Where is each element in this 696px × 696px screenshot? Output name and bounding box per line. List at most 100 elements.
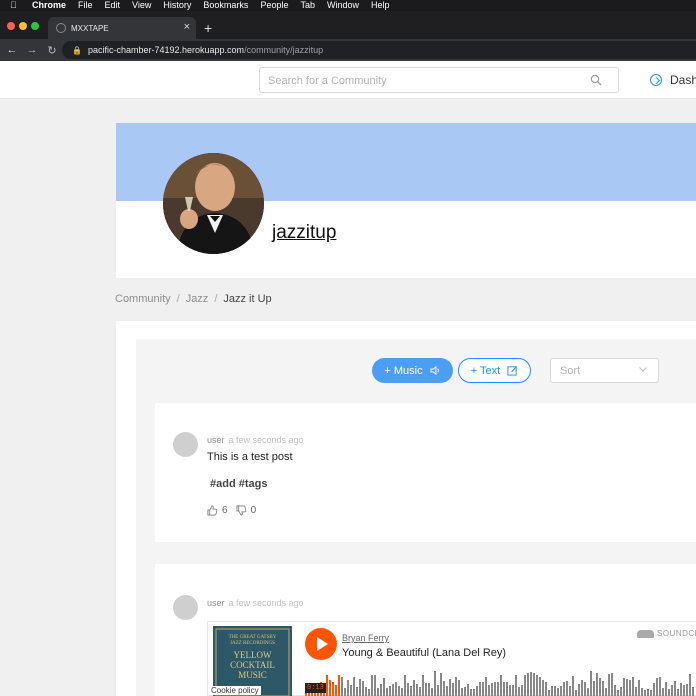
- add-music-button[interactable]: + Music: [372, 358, 453, 383]
- user-avatar[interactable]: [173, 595, 198, 620]
- waveform-bar: [404, 675, 406, 696]
- community-name[interactable]: jazzitup: [272, 222, 336, 244]
- reload-icon[interactable]: ↻: [42, 44, 62, 57]
- like-count: 6: [222, 505, 228, 516]
- waveform-bar: [332, 682, 334, 696]
- waveform-bar: [488, 685, 490, 696]
- menu-file[interactable]: File: [78, 0, 93, 11]
- waveform-bar: [353, 677, 355, 696]
- menu-bookmarks[interactable]: Bookmarks: [203, 0, 248, 11]
- waveform-bar: [677, 689, 679, 696]
- play-button[interactable]: [305, 628, 337, 660]
- waveform-bar: [389, 686, 391, 696]
- waveform-bar: [470, 689, 472, 696]
- waveform-bar: [533, 673, 535, 696]
- sort-select[interactable]: Sort: [550, 358, 659, 383]
- waveform-bar: [398, 686, 400, 696]
- back-icon[interactable]: ←: [2, 44, 22, 56]
- track-artist[interactable]: Bryan Ferry: [342, 633, 389, 643]
- waveform-bar: [437, 685, 439, 696]
- dislike-count: 0: [250, 505, 257, 516]
- waveform-bar: [413, 680, 415, 696]
- address-bar[interactable]: 🔒 pacific-chamber-74192.herokuapp.com/co…: [62, 41, 696, 59]
- waveform-bar: [494, 682, 496, 696]
- waveform-bar: [395, 682, 397, 696]
- waveform-bar: [647, 689, 649, 696]
- dashboard-label: Dash: [670, 73, 696, 87]
- waveform-bar: [356, 687, 358, 696]
- waveform-bar: [464, 687, 466, 696]
- thumbs-down-icon[interactable]: [236, 505, 247, 516]
- forward-icon[interactable]: →: [22, 44, 42, 56]
- menu-window[interactable]: Window: [327, 0, 359, 11]
- menu-history[interactable]: History: [163, 0, 191, 11]
- window-minimize-button[interactable]: [19, 22, 27, 30]
- waveform-bar: [509, 685, 511, 696]
- waveform-bar: [506, 682, 508, 696]
- waveform[interactable]: [305, 668, 696, 696]
- search-input[interactable]: [268, 73, 578, 88]
- breadcrumb-community[interactable]: Community: [115, 293, 171, 305]
- os-menubar:  Chrome File Edit View History Bookmark…: [0, 0, 696, 11]
- waveform-bar: [563, 682, 565, 696]
- waveform-bar: [515, 675, 517, 696]
- waveform-bar: [626, 679, 628, 696]
- menu-help[interactable]: Help: [371, 0, 390, 11]
- waveform-bar: [530, 672, 532, 696]
- breadcrumb-jazz[interactable]: Jazz: [186, 293, 209, 305]
- waveform-bar: [329, 680, 331, 696]
- waveform-bar: [443, 681, 445, 696]
- waveform-bar: [653, 683, 655, 696]
- waveform-bar: [545, 682, 547, 696]
- waveform-bar: [548, 690, 550, 696]
- url-path: /community/jazzitup: [244, 45, 324, 55]
- waveform-bar: [542, 680, 544, 696]
- waveform-bar: [602, 681, 604, 696]
- menu-tab[interactable]: Tab: [300, 0, 315, 11]
- soundcloud-logo[interactable]: SOUNDCL: [637, 629, 696, 638]
- waveform-bar: [551, 686, 553, 696]
- waveform-bar: [575, 690, 577, 696]
- post-author[interactable]: user: [207, 598, 225, 608]
- menu-app[interactable]: Chrome: [32, 0, 66, 11]
- avatar-image: [163, 153, 264, 254]
- waveform-bar: [572, 676, 574, 696]
- new-tab-icon[interactable]: +: [204, 21, 212, 35]
- post-text: This is a test post: [207, 451, 293, 463]
- waveform-bar: [590, 671, 592, 696]
- menu-people[interactable]: People: [260, 0, 288, 11]
- waveform-bar: [446, 686, 448, 696]
- menu-edit[interactable]: Edit: [105, 0, 121, 11]
- window-close-button[interactable]: [7, 22, 15, 30]
- waveform-bar: [599, 678, 601, 696]
- tab-close-icon[interactable]: ×: [184, 21, 190, 33]
- waveform-bar: [527, 673, 529, 696]
- tab-title: MXXTAPE: [71, 23, 109, 33]
- dashboard-link[interactable]: Dash: [650, 73, 696, 87]
- waveform-bar: [638, 680, 640, 696]
- browser-tab[interactable]: MXXTAPE ×: [48, 17, 196, 39]
- cookie-policy-link[interactable]: Cookie policy: [209, 686, 261, 695]
- add-text-button[interactable]: + Text: [458, 358, 531, 383]
- post-author[interactable]: user: [207, 435, 225, 445]
- user-avatar[interactable]: [173, 432, 198, 457]
- waveform-bar: [377, 688, 379, 696]
- waveform-bar: [569, 686, 571, 696]
- menu-view[interactable]: View: [132, 0, 151, 11]
- apple-icon[interactable]: : [10, 0, 20, 11]
- chevron-down-icon: [639, 367, 647, 372]
- album-art-line: THE GREAT GATSBY: [229, 635, 277, 640]
- post-time: a few seconds ago: [228, 435, 304, 445]
- waveform-bar: [425, 683, 427, 696]
- waveform-bar: [608, 674, 610, 696]
- thumbs-up-icon[interactable]: [207, 505, 218, 516]
- compass-icon: [650, 74, 662, 86]
- post-votes: 6 0: [207, 505, 264, 516]
- waveform-bar: [383, 678, 385, 696]
- waveform-bar: [671, 685, 673, 696]
- waveform-bar: [410, 686, 412, 696]
- waveform-bar: [476, 686, 478, 696]
- waveform-bar: [668, 689, 670, 696]
- window-zoom-button[interactable]: [31, 22, 39, 30]
- search-icon[interactable]: [590, 74, 602, 86]
